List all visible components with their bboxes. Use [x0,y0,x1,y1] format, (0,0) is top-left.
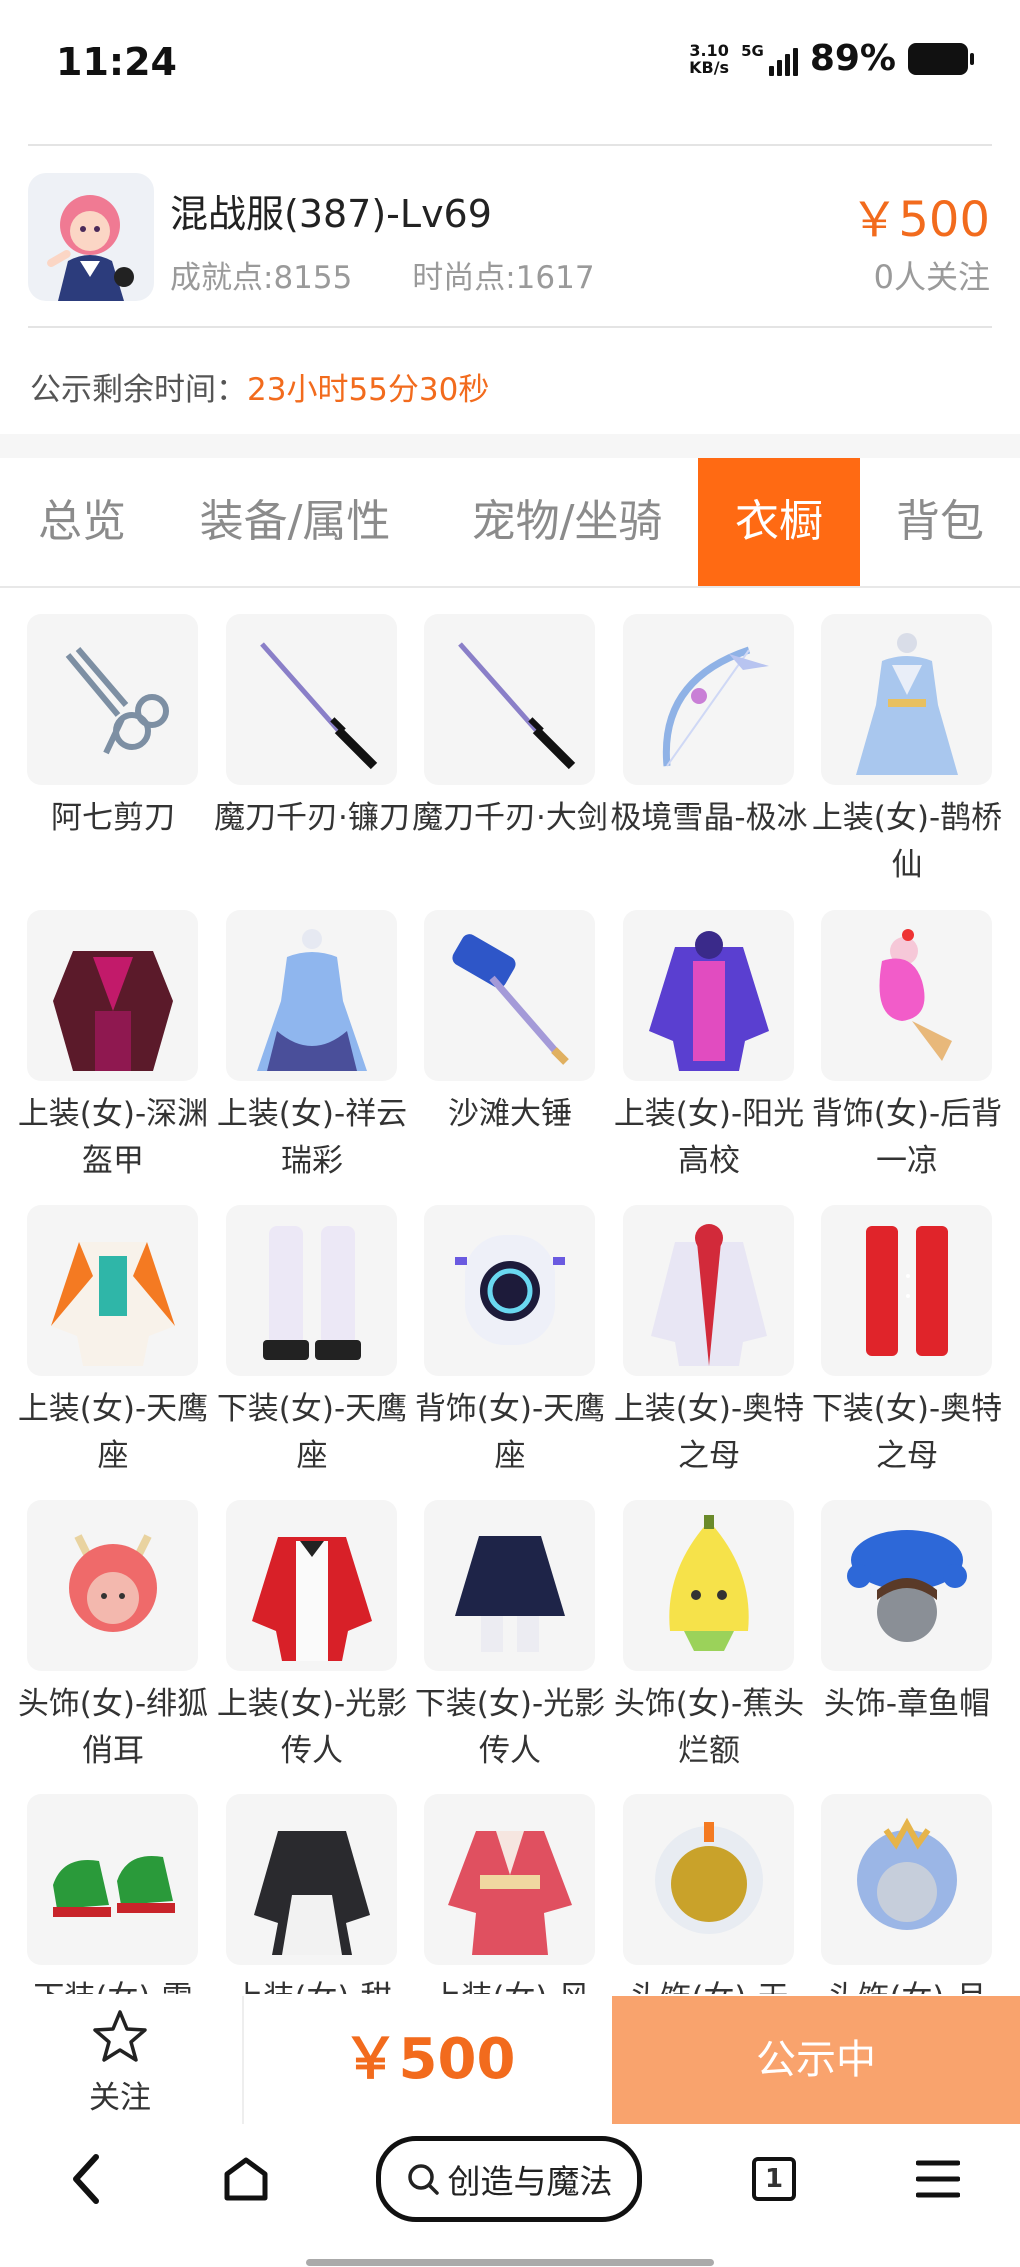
scissors-icon [27,614,198,785]
tab-equipment[interactable]: 装备/属性 [180,458,410,586]
wardrobe-item[interactable]: 下装(女)-天鹰座 [217,1205,407,1480]
wardrobe-item[interactable]: 上装(女)-风 [424,1794,595,1994]
suit-icon [623,1205,794,1376]
clock: 11:24 [56,40,177,84]
divider [28,326,992,328]
battery-icon [908,42,974,75]
tab-bar: 总览 装备/属性 宠物/坐骑 衣橱 背包 [0,458,1020,588]
home-button[interactable] [214,2144,278,2214]
back-icon [73,2154,99,2204]
wardrobe-item[interactable]: 头饰-章鱼帽 [821,1500,992,1728]
tab-count: 1 [752,2157,796,2201]
status-bar: 11:24 3.10 KB/s 5G 89% [0,0,1020,125]
wardrobe-item[interactable]: 上装(女)-鹊桥仙 [812,614,1002,889]
countdown: 公示剩余时间：23小时55分30秒 [30,372,490,408]
wardrobe-item[interactable]: 极境雪晶-极冰 [610,614,808,842]
armor-icon [27,910,198,1081]
jacket-icon [27,1205,198,1376]
wardrobe-item[interactable]: 背饰(女)-天鹰座 [415,1205,605,1480]
purchase-bar: 关注 ￥500 公示中 [0,1996,1020,2124]
fashion-points: 时尚点:1617 [412,260,595,296]
jacket-icon [623,910,794,1081]
divider [28,144,992,146]
follow-button[interactable]: 关注 [60,2008,180,2117]
octopus-icon [821,1500,992,1671]
wardrobe-item[interactable]: 上装(女)-阳光高校 [614,910,804,1185]
wardrobe-item[interactable]: 背饰(女)-后背一凉 [812,910,1002,1185]
skirt-icon [424,1500,595,1671]
bottom-price: ￥500 [342,2027,516,2092]
wardrobe-item[interactable]: 阿七剪刀 [27,614,198,842]
wardrobe-item[interactable]: 头饰(女)-绯狐俏耳 [18,1500,208,1775]
maid-icon [226,1794,397,1965]
katana-icon [226,614,397,785]
jacket-icon [226,1500,397,1671]
wardrobe-item[interactable]: 魔刀千刃·大剑 [412,614,608,842]
wardrobe-item[interactable]: 上装(女)-深渊盔甲 [18,910,208,1185]
wardrobe-item[interactable]: 上装(女)-奥特之母 [614,1205,804,1480]
icecream-icon [821,910,992,1081]
boots-icon [821,1205,992,1376]
public-status-button[interactable]: 公示中 [612,1996,1020,2124]
katana-icon [424,614,595,785]
gesture-bar [306,2259,714,2266]
dress-icon [226,910,397,1081]
head-icon [27,1500,198,1671]
wardrobe-grid: 阿七剪刀 魔刀千刃·镰刀 魔刀千刃·大剑 极境雪晶-极冰 上装(女)-鹊桥仙 上… [0,614,1020,1994]
countdown-value: 23小时55分30秒 [247,372,490,408]
star-icon [93,2010,147,2062]
home-icon [224,2157,268,2201]
back-button[interactable] [56,2144,116,2214]
wardrobe-item[interactable]: 下装(女)-光影传人 [415,1500,605,1775]
status-icons: 3.10 KB/s 5G 89% [689,38,974,79]
wardrobe-item[interactable]: 下装(女)-雪 [27,1794,198,1994]
helmet-icon [623,1794,794,1965]
tab-wardrobe[interactable]: 衣橱 [698,458,860,586]
wardrobe-item[interactable]: 上装(女)-甜 [226,1794,397,1994]
character-avatar [28,173,154,301]
boots-icon [226,1205,397,1376]
wardrobe-item[interactable]: 头饰(女)-天 [623,1794,794,1994]
browser-toolbar: 创造与魔法 1 [0,2124,1020,2267]
head-icon [821,1794,992,1965]
tabs-button[interactable]: 1 [742,2144,806,2214]
section-gap [0,434,1020,458]
wardrobe-item[interactable]: 头饰(女)-蕉头烂额 [614,1500,804,1775]
wardrobe-item[interactable]: 沙滩大锤 [424,910,595,1138]
kimono-icon [424,1794,595,1965]
wardrobe-item[interactable]: 下装(女)-奥特之母 [812,1205,1002,1480]
tab-pets[interactable]: 宠物/坐骑 [452,458,682,586]
search-text: 创造与魔法 [447,2162,613,2201]
bow-icon [623,614,794,785]
hammer-icon [424,910,595,1081]
net-speed: 3.10 KB/s [689,40,730,77]
tab-overview[interactable]: 总览 [22,458,142,586]
menu-icon [916,2160,960,2198]
battery-percent: 89% [809,38,896,79]
listing-title: 混战服(387)-Lv69 [170,192,492,236]
tab-bag[interactable]: 背包 [880,458,1000,586]
search-bar[interactable]: 创造与魔法 [376,2136,642,2222]
signal-icon: 5G [741,42,798,76]
banana-icon [623,1500,794,1671]
menu-button[interactable] [908,2144,968,2214]
wardrobe-item[interactable]: 上装(女)-天鹰座 [18,1205,208,1480]
achievement-points: 成就点:8155 [170,260,353,296]
dress-icon [821,614,992,785]
wardrobe-item[interactable]: 魔刀千刃·镰刀 [214,614,410,842]
wardrobe-item[interactable]: 上装(女)-祥云瑞彩 [217,910,407,1185]
follower-count: 0人关注 [873,258,990,296]
wardrobe-item[interactable]: 上装(女)-光影传人 [217,1500,407,1775]
shoes-icon [27,1794,198,1965]
listing-price: ￥500 [850,192,990,248]
listing-stats: 成就点:8155 时尚点:1617 [170,252,645,297]
wardrobe-item[interactable]: 头饰(女)-月 [821,1794,992,1994]
backpack-icon [424,1205,595,1376]
search-icon [407,2164,439,2195]
